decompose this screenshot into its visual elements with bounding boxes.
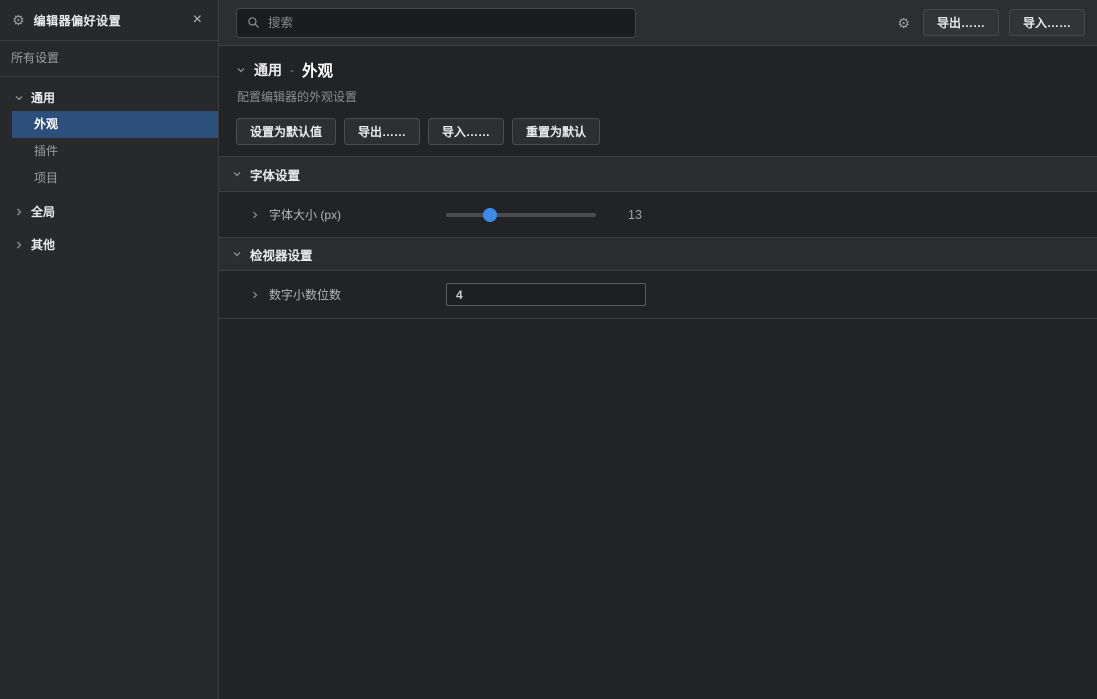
tree-node-other[interactable]: 其他 bbox=[0, 231, 218, 258]
setting-label-font-size[interactable]: 字体大小 (px) bbox=[250, 206, 446, 223]
breadcrumb: 通用 - 外观 bbox=[236, 59, 1081, 81]
slider-thumb[interactable] bbox=[483, 208, 497, 222]
search-icon bbox=[247, 16, 260, 29]
page-description: 配置编辑器的外观设置 bbox=[237, 88, 1081, 105]
chevron-right-icon bbox=[14, 207, 24, 217]
import-settings-button[interactable]: 导入…… bbox=[428, 118, 504, 145]
search-input[interactable] bbox=[268, 16, 625, 30]
chevron-down-icon bbox=[232, 249, 242, 259]
tree-node-label: 其他 bbox=[31, 236, 55, 253]
tree-node-appearance[interactable]: 外观 bbox=[12, 111, 218, 138]
tree-node-project[interactable]: 项目 bbox=[0, 165, 218, 192]
chevron-right-icon bbox=[250, 290, 260, 300]
export-button[interactable]: 导出…… bbox=[923, 9, 999, 36]
setting-label-text: 数字小数位数 bbox=[269, 286, 341, 303]
chevron-right-icon bbox=[250, 210, 260, 220]
window-title: 编辑器偏好设置 bbox=[34, 12, 180, 29]
reset-to-default-button[interactable]: 重置为默认 bbox=[512, 118, 600, 145]
sidebar-item-all-settings[interactable]: 所有设置 bbox=[0, 41, 218, 77]
setting-label-decimal-places[interactable]: 数字小数位数 bbox=[250, 286, 446, 303]
page-title: 外观 bbox=[302, 59, 333, 81]
chevron-down-icon[interactable] bbox=[236, 65, 246, 75]
settings-gear-icon[interactable]: ⚙ bbox=[897, 16, 910, 30]
section-title: 检视器设置 bbox=[250, 245, 313, 264]
font-size-slider[interactable] bbox=[446, 208, 596, 222]
setting-label-text: 字体大小 (px) bbox=[269, 206, 341, 223]
section-font-settings[interactable]: 字体设置 bbox=[219, 156, 1097, 192]
tree-node-label: 全局 bbox=[31, 203, 55, 220]
preferences-window: ⚙ 编辑器偏好设置 × 所有设置 通用 外观 插件 项目 全局 bbox=[0, 0, 1097, 699]
breadcrumb-separator: - bbox=[290, 63, 294, 77]
slider-track[interactable] bbox=[446, 213, 596, 217]
chevron-down-icon bbox=[232, 169, 242, 179]
chevron-down-icon bbox=[14, 93, 24, 103]
empty-content-area bbox=[219, 319, 1097, 699]
import-button[interactable]: 导入…… bbox=[1009, 9, 1085, 36]
tree-node-plugins[interactable]: 插件 bbox=[0, 138, 218, 165]
gear-icon: ⚙ bbox=[12, 13, 25, 27]
decimal-places-input[interactable] bbox=[446, 283, 646, 306]
search-box[interactable] bbox=[236, 8, 636, 38]
breadcrumb-category: 通用 bbox=[254, 60, 282, 80]
tree-node-label: 通用 bbox=[31, 89, 55, 106]
main-panel: ⚙ 导出…… 导入…… 通用 - 外观 配置编辑器的外观设置 设置为默认值 导出… bbox=[219, 0, 1097, 699]
close-icon[interactable]: × bbox=[189, 10, 206, 30]
export-settings-button[interactable]: 导出…… bbox=[344, 118, 420, 145]
section-title: 字体设置 bbox=[250, 165, 300, 184]
tree-node-global[interactable]: 全局 bbox=[0, 198, 218, 225]
tree-node-general[interactable]: 通用 bbox=[0, 84, 218, 111]
setting-row-decimal-places: 数字小数位数 bbox=[219, 271, 1097, 319]
section-inspector-settings[interactable]: 检视器设置 bbox=[219, 237, 1097, 271]
page-actions: 设置为默认值 导出…… 导入…… 重置为默认 bbox=[236, 118, 1081, 145]
settings-sections: 字体设置 字体大小 (px) 13 检视器设置 bbox=[219, 156, 1097, 319]
settings-tree: 通用 外观 插件 项目 全局 其他 bbox=[0, 77, 218, 258]
set-as-default-button[interactable]: 设置为默认值 bbox=[236, 118, 336, 145]
sidebar-header: ⚙ 编辑器偏好设置 × bbox=[0, 0, 218, 41]
sidebar: ⚙ 编辑器偏好设置 × 所有设置 通用 外观 插件 项目 全局 bbox=[0, 0, 219, 699]
setting-row-font-size: 字体大小 (px) 13 bbox=[219, 192, 1097, 237]
page-heading-block: 通用 - 外观 配置编辑器的外观设置 设置为默认值 导出…… 导入…… 重置为默… bbox=[219, 46, 1097, 156]
topbar: ⚙ 导出…… 导入…… bbox=[219, 0, 1097, 46]
chevron-right-icon bbox=[14, 240, 24, 250]
font-size-value: 13 bbox=[628, 208, 642, 222]
